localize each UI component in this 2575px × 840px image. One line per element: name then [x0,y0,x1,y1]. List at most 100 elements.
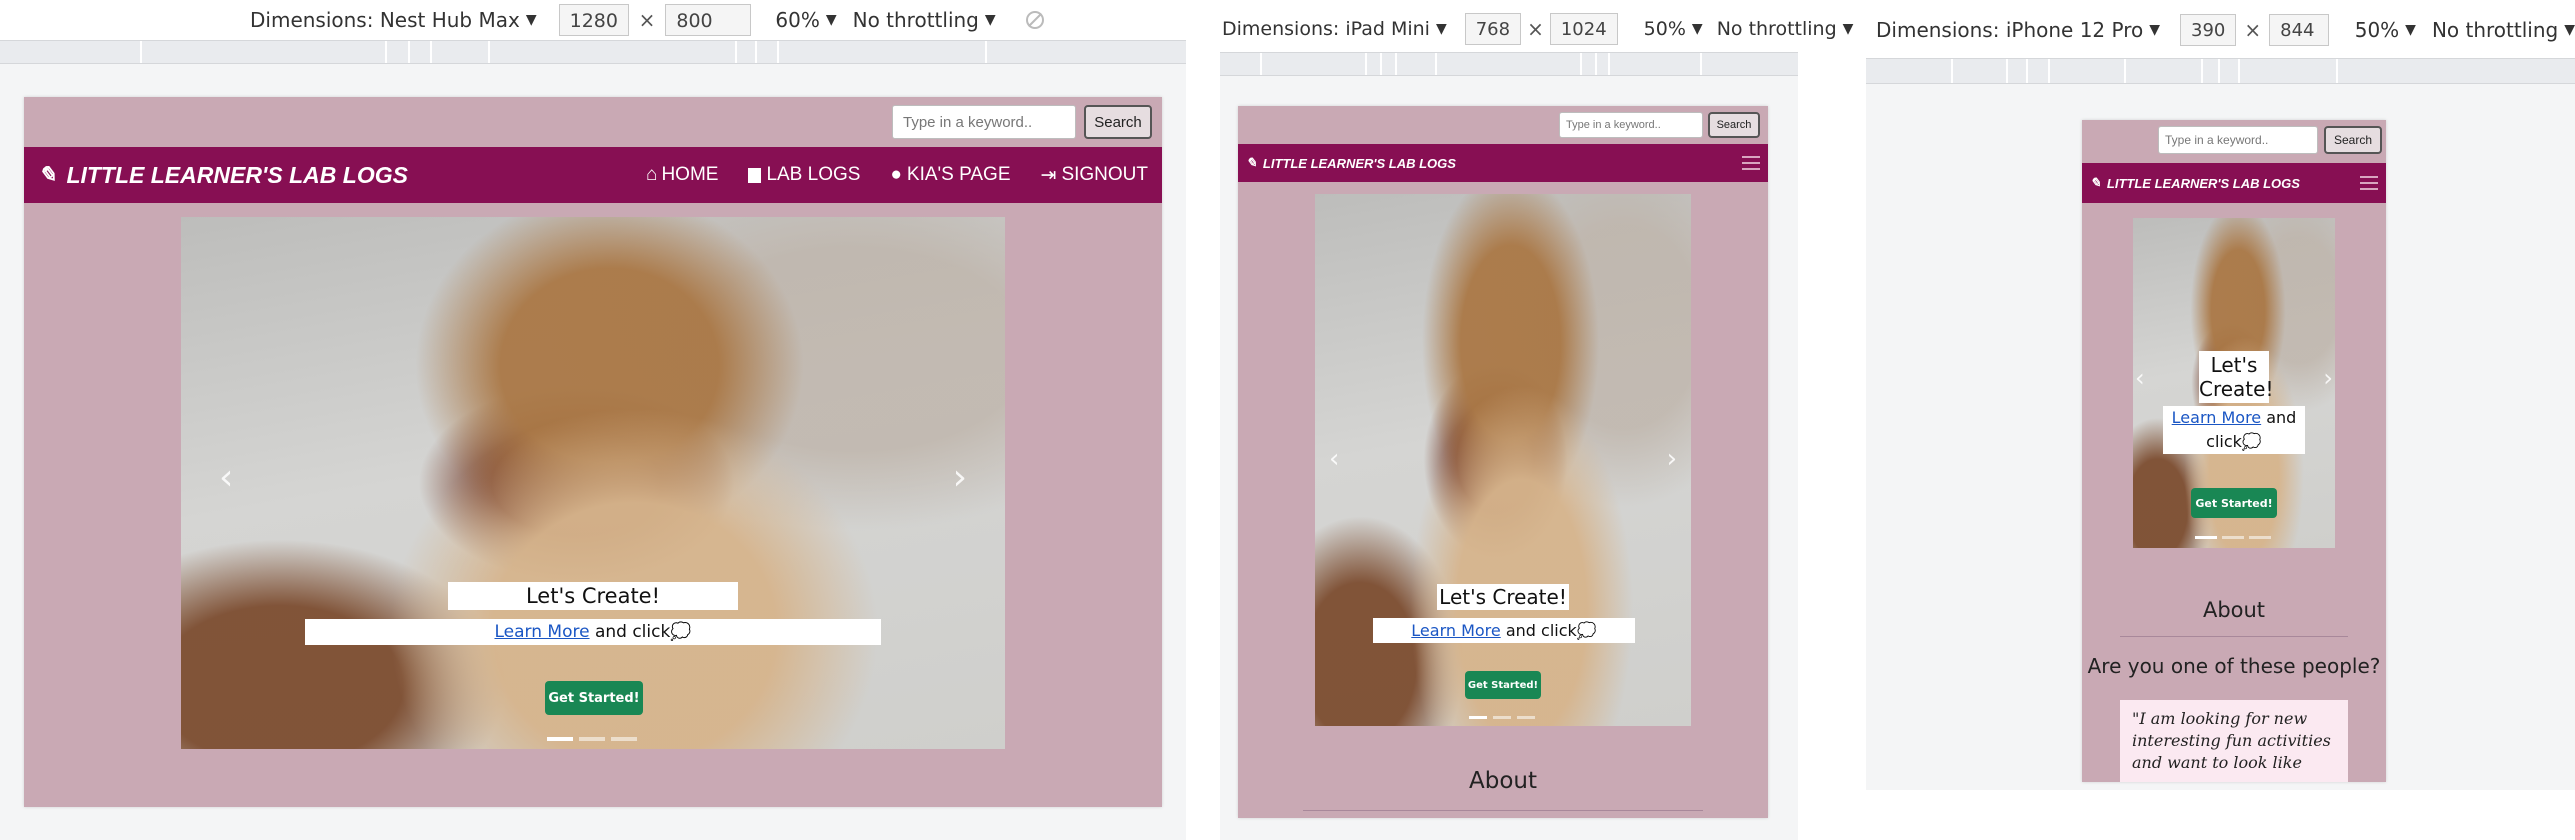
navbar: ✎ LITTLE LEARNER'S LAB LOGS [1238,144,1768,182]
hero-title: Let's Create! [1437,584,1569,610]
thought-bubble-icon: 💭 [2241,432,2262,451]
sign-out-icon: ⇥ [1040,164,1057,186]
brand-link[interactable]: ✎ LITTLE LEARNER'S LAB LOGS [38,162,408,189]
hero-title: Let's Create! [2199,351,2274,403]
testimonial-quote: "I am looking for new interesting fun ac… [2120,700,2348,782]
zoom-select[interactable]: 50% [2355,18,2399,42]
carousel-indicator[interactable] [611,737,637,741]
nav-links: ⌂ HOME LAB LOGS ● KIA'S PAGE ⇥ SIGNOUT [646,164,1148,187]
site-viewport: Type in a keyword.. Search ✎ LITTLE LEAR… [1238,106,1768,818]
thought-bubble-icon: 💭 [670,622,692,642]
width-input[interactable]: 1280 [558,4,629,36]
hero-subtitle: Learn More and click💭 [1373,618,1635,643]
thought-bubble-icon: 💭 [1576,621,1597,640]
hero-carousel[interactable]: ‹ › Let's Create! Learn More and click💭 … [1315,194,1691,726]
throttling-select[interactable]: No throttling [2432,18,2558,42]
search-input[interactable]: Type in a keyword.. [1559,112,1703,138]
nav-kias-page[interactable]: ● KIA'S PAGE [890,164,1010,186]
learn-more-link[interactable]: Learn More [2172,408,2261,427]
search-button[interactable]: Search [1084,105,1152,139]
search-form: Type in a keyword.. Search [2158,126,2382,154]
home-icon: ⌂ [645,164,658,185]
media-query-ruler[interactable] [1866,58,2575,84]
brand-link[interactable]: ✎ LITTLE LEARNER'S LAB LOGS [1246,155,1456,171]
carousel-indicator[interactable] [1469,716,1487,719]
learn-more-link[interactable]: Learn More [1411,621,1500,640]
book-icon [748,167,762,183]
carousel-indicator[interactable] [1517,716,1535,719]
navbar: ✎ LITTLE LEARNER'S LAB LOGS [2082,163,2386,203]
devtools-panel-nest-hub: Dimensions: Nest Hub Max ▼ 1280 × 800 60… [0,0,1186,840]
width-input[interactable]: 768 [1464,13,1522,45]
hero-title: Let's Create! [448,582,738,610]
search-button[interactable]: Search [1708,112,1760,138]
carousel-indicators [2195,536,2271,539]
pencil-icon: ✎ [38,162,57,187]
nav-signout[interactable]: ⇥ SIGNOUT [1041,164,1148,187]
dimension-separator: × [2244,18,2262,42]
carousel-indicator[interactable] [1493,716,1511,719]
site-viewport: Type in a keyword.. Search ✎ LITTLE LEAR… [2082,120,2386,782]
carousel-indicator[interactable] [579,737,605,741]
dropdown-caret-icon[interactable]: ▼ [1692,21,1703,37]
search-form: Type in a keyword.. Search [892,105,1152,139]
brand-link[interactable]: ✎ LITTLE LEARNER'S LAB LOGS [2090,175,2300,191]
dropdown-caret-icon[interactable]: ▼ [1436,21,1447,37]
device-dimensions-select[interactable]: Dimensions: iPhone 12 Pro [1876,18,2143,42]
user-icon: ● [890,164,902,185]
carousel-prev-icon[interactable]: ‹ [219,457,233,498]
devtools-panel-iphone-12-pro: Dimensions: iPhone 12 Pro ▼ 390 × 844 50… [1866,0,2575,840]
carousel-next-icon[interactable]: › [2323,364,2333,392]
pencil-icon: ✎ [1246,155,1257,170]
rotate-icon[interactable] [1025,11,1044,29]
carousel-prev-icon[interactable]: ‹ [2135,364,2145,392]
device-toolbar: Dimensions: Nest Hub Max ▼ 1280 × 800 60… [0,0,1186,40]
dropdown-caret-icon[interactable]: ▼ [1843,21,1854,37]
dropdown-caret-icon[interactable]: ▼ [985,12,996,28]
hero-carousel[interactable]: ‹ › Let's Create! Learn More and click💭 … [181,217,1005,749]
carousel-indicator[interactable] [2222,536,2244,539]
search-button[interactable]: Search [2324,126,2382,154]
height-input[interactable]: 800 [665,4,752,36]
dropdown-caret-icon[interactable]: ▼ [526,12,537,28]
hero-carousel[interactable]: ‹ › Let's Create! Learn More and click💭 … [2133,218,2335,548]
about-divider [1303,810,1703,811]
carousel-indicator[interactable] [2195,536,2217,539]
get-started-button[interactable]: Get Started! [545,681,643,715]
throttling-select[interactable]: No throttling [1717,18,1837,40]
device-dimensions-select[interactable]: Dimensions: Nest Hub Max [250,8,520,32]
width-input[interactable]: 390 [2180,14,2237,46]
carousel-next-icon[interactable]: › [953,457,967,498]
carousel-indicator[interactable] [2249,536,2271,539]
nav-lab-logs[interactable]: LAB LOGS [748,164,860,186]
dimension-separator: × [1527,17,1544,41]
zoom-select[interactable]: 50% [1644,18,1686,40]
get-started-button[interactable]: Get Started! [2191,488,2277,518]
zoom-select[interactable]: 60% [775,8,819,32]
carousel-prev-icon[interactable]: ‹ [1329,444,1339,474]
height-input[interactable]: 1024 [1549,13,1618,45]
search-input[interactable]: Type in a keyword.. [2158,126,2318,154]
search-input[interactable]: Type in a keyword.. [892,105,1076,139]
media-query-ruler[interactable] [1220,52,1798,76]
dropdown-caret-icon[interactable]: ▼ [826,12,837,28]
dropdown-caret-icon[interactable]: ▼ [2405,22,2416,38]
about-question: Are you one of these people? [2087,654,2381,678]
carousel-indicator[interactable] [547,737,573,741]
height-input[interactable]: 844 [2269,14,2329,46]
dropdown-caret-icon[interactable]: ▼ [2149,22,2160,38]
media-query-ruler[interactable] [0,40,1186,64]
carousel-next-icon[interactable]: › [1667,444,1677,474]
navbar-toggler-icon[interactable] [1742,156,1760,170]
carousel-indicators [1469,716,1535,719]
about-heading: About [2202,598,2266,622]
dropdown-caret-icon[interactable]: ▼ [2564,22,2575,38]
device-dimensions-select[interactable]: Dimensions: iPad Mini [1222,18,1430,40]
carousel-indicators [547,737,637,741]
throttling-select[interactable]: No throttling [853,8,979,32]
get-started-button[interactable]: Get Started! [1465,671,1541,699]
nav-home[interactable]: ⌂ HOME [646,164,718,186]
dimension-separator: × [638,8,656,32]
learn-more-link[interactable]: Learn More [494,622,589,642]
navbar-toggler-icon[interactable] [2360,176,2378,190]
